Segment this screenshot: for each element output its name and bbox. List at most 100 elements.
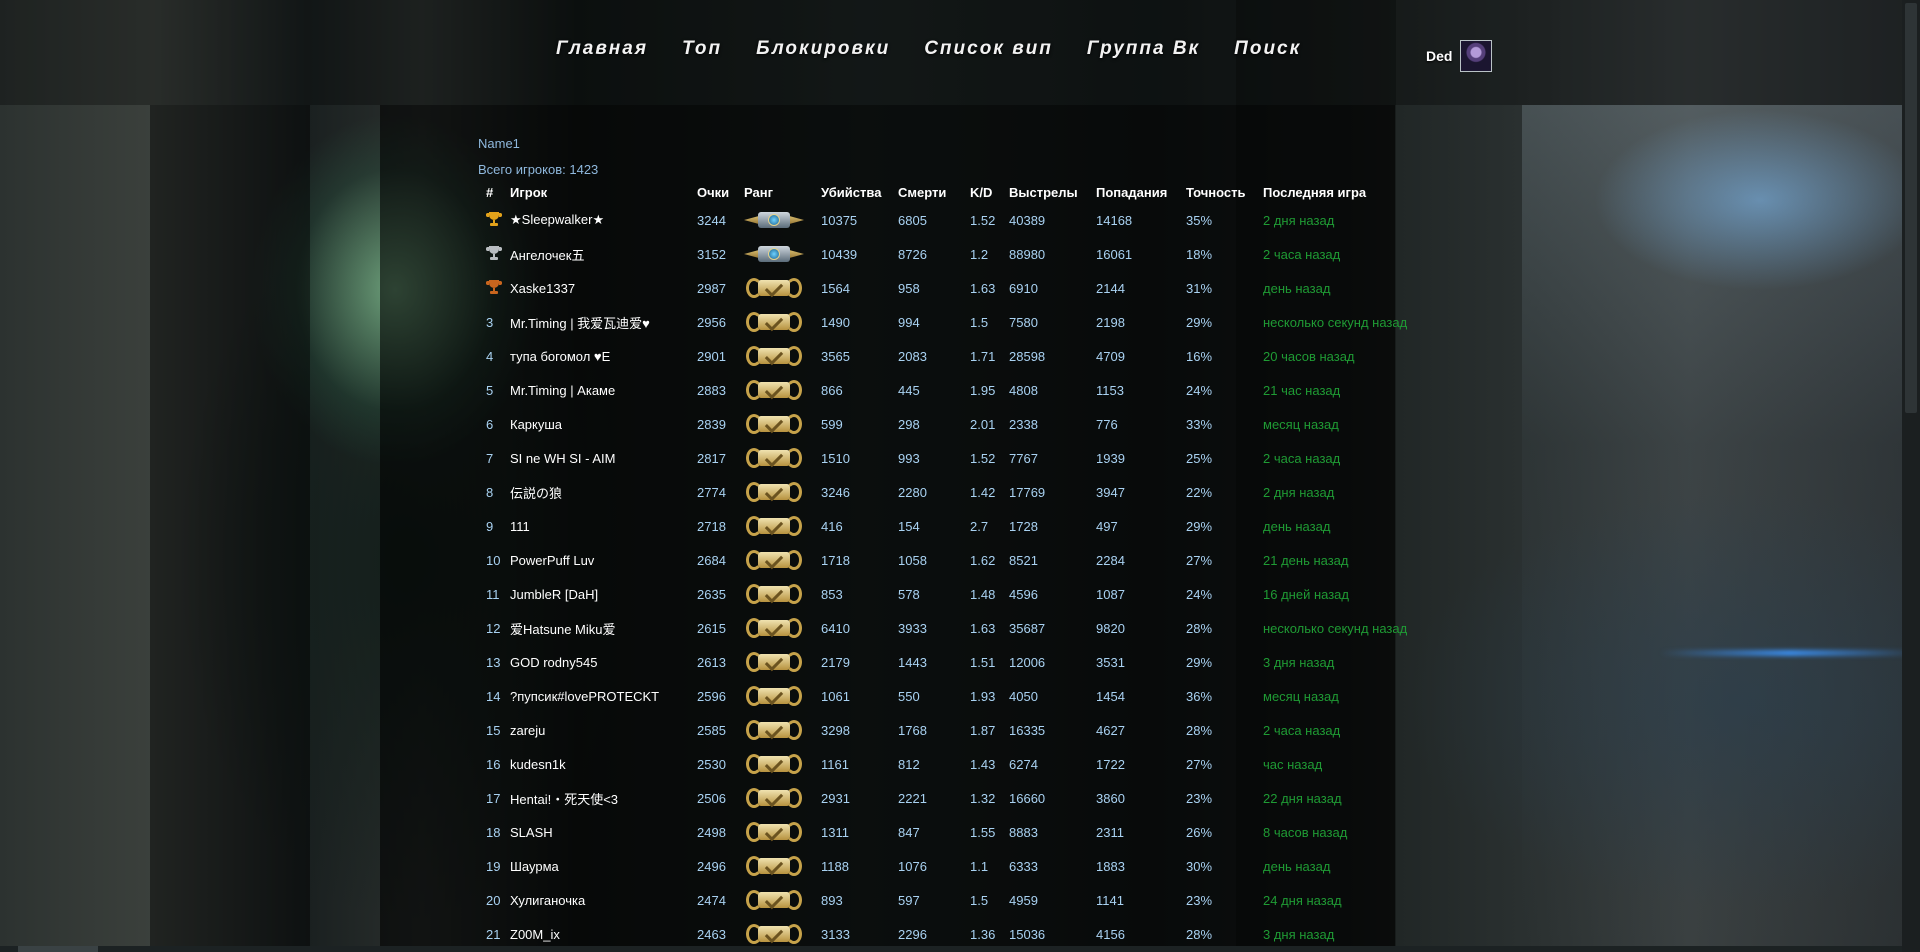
rank-global-elite-icon xyxy=(744,242,804,266)
row-rank xyxy=(736,475,813,509)
table-row[interactable]: 17 Hentai!・死天使<3 2506 2931 2221 1.32 16660 3860… xyxy=(478,781,1415,815)
player-name-link[interactable]: ?пупсик#lovePROTECKT xyxy=(502,679,689,713)
row-hits: 1153 xyxy=(1096,382,1124,398)
table-row[interactable]: 12 爱Hatsune Miku爱 2615 6410 3933 1.63 35687 982… xyxy=(478,611,1415,645)
row-place: 11 xyxy=(486,586,500,602)
row-shots: 8521 xyxy=(1009,552,1038,568)
row-shots: 1728 xyxy=(1009,518,1038,534)
player-name-link[interactable]: Mr.Timing | 我爱瓦迪爱♥ xyxy=(502,305,689,339)
table-row[interactable]: 4 тупа богомол ♥Е 2901 3565 2083 1.71 28598 470… xyxy=(478,339,1415,373)
scrollbar-thumb[interactable] xyxy=(18,946,98,952)
table-row[interactable]: 15 zareju 2585 3298 1768 1.87 16335 4627 28% 2 ча… xyxy=(478,713,1415,747)
rank-gold-wreath-icon xyxy=(744,548,804,572)
col-player[interactable]: Игрок xyxy=(502,181,689,203)
row-place: 13 xyxy=(486,654,501,670)
player-name-link[interactable]: 爱Hatsune Miku爱 xyxy=(502,611,689,645)
table-row[interactable]: 9 111 2718 416 154 2.7 1728 497 29% день назад xyxy=(478,509,1415,543)
scrollbar-thumb[interactable] xyxy=(1905,3,1917,413)
row-kd: 2.01 xyxy=(970,416,996,432)
player-name-link[interactable]: Шаурма xyxy=(502,849,689,883)
col-last-game[interactable]: Последняя игра xyxy=(1255,181,1415,203)
table-row[interactable]: 11 JumbleR [DaH] 2635 853 578 1.48 4596 1087 24%… xyxy=(478,577,1415,611)
row-place xyxy=(478,237,502,271)
col-kd[interactable]: K/D xyxy=(962,181,1001,203)
col-accuracy[interactable]: Точность xyxy=(1178,181,1255,203)
user-menu[interactable]: Ded xyxy=(1426,40,1493,72)
player-name-link[interactable]: Hentai!・死天使<3 xyxy=(502,781,689,815)
player-name-link[interactable]: Каркуша xyxy=(502,407,689,441)
col-place[interactable]: # xyxy=(478,181,502,203)
rank-gold-wreath-icon xyxy=(744,514,804,538)
row-rank xyxy=(736,645,813,679)
table-row[interactable]: 19 Шаурма 2496 1188 1076 1.1 6333 1883 30% день н… xyxy=(478,849,1415,883)
table-row[interactable]: 18 SLASH 2498 1311 847 1.55 8883 2311 26% 8 часов… xyxy=(478,815,1415,849)
player-name-link[interactable]: Ангелочек五 xyxy=(502,237,689,271)
nav-home[interactable]: Главная xyxy=(556,38,648,60)
table-row[interactable]: Ангелочек五 3152 10439 8726 1.2 88980 16061 18% 2… xyxy=(478,237,1415,271)
col-kills[interactable]: Убийства xyxy=(813,181,890,203)
row-kills: 10439 xyxy=(821,246,858,262)
row-rank xyxy=(736,849,813,883)
row-place: 9 xyxy=(486,518,494,534)
player-name-link[interactable]: SI ne WH SI - AIM xyxy=(502,441,689,475)
row-place: 17 xyxy=(486,790,501,806)
row-points: 2839 xyxy=(697,416,726,432)
col-hits[interactable]: Попадания xyxy=(1088,181,1178,203)
table-row[interactable]: 3 Mr.Timing | 我爱瓦迪爱♥ 2956 1490 994 1.5 7580 219… xyxy=(478,305,1415,339)
row-accuracy: 24% xyxy=(1186,586,1213,602)
player-name-link[interactable]: SLASH xyxy=(502,815,689,849)
row-accuracy: 36% xyxy=(1186,688,1213,704)
player-name-link[interactable]: Mr.Timing | Акаме xyxy=(502,373,689,407)
row-kd: 1.52 xyxy=(970,450,996,466)
rank-gold-wreath-icon xyxy=(744,854,804,878)
avatar[interactable] xyxy=(1460,40,1493,72)
row-place: 18 xyxy=(486,824,501,840)
row-hits: 1141 xyxy=(1096,892,1124,908)
horizontal-scrollbar[interactable] xyxy=(0,946,1920,952)
col-shots[interactable]: Выстрелы xyxy=(1001,181,1088,203)
row-last-game: 2 часа назад xyxy=(1263,722,1341,738)
player-name-link[interactable]: JumbleR [DaH] xyxy=(502,577,689,611)
row-shots: 88980 xyxy=(1009,246,1046,262)
player-name-link[interactable]: Хулиганочка xyxy=(502,883,689,917)
row-rank xyxy=(736,271,813,305)
player-name-link[interactable]: PowerPuff Luv xyxy=(502,543,689,577)
table-row[interactable]: 8 伝説の狼 2774 3246 2280 1.42 17769 3947 22% 2 дня н… xyxy=(478,475,1415,509)
table-row[interactable]: ★Sleepwalker★ 3244 10375 6805 1.52 40389 14168… xyxy=(478,203,1415,237)
player-name-link[interactable]: kudesn1k xyxy=(502,747,689,781)
nav-vip-list[interactable]: Список вип xyxy=(924,38,1053,60)
table-row[interactable]: 13 GOD rodny545 2613 2179 1443 1.51 12006 3531 2… xyxy=(478,645,1415,679)
table-row[interactable]: 14 ?пупсик#lovePROTECKT 2596 1061 550 1.93 405… xyxy=(478,679,1415,713)
row-shots: 2338 xyxy=(1009,416,1038,432)
player-name-link[interactable]: ★Sleepwalker★ xyxy=(502,203,689,237)
col-deaths[interactable]: Смерти xyxy=(890,181,962,203)
row-points: 2987 xyxy=(697,280,726,296)
player-name-link[interactable]: Xaske1337 xyxy=(502,271,689,305)
nav-vk-group[interactable]: Группа Вк xyxy=(1087,38,1200,60)
row-kd: 1.32 xyxy=(970,790,996,806)
row-shots: 8883 xyxy=(1009,824,1038,840)
player-name-link[interactable]: 伝説の狼 xyxy=(502,475,689,509)
player-name-link[interactable]: zareju xyxy=(502,713,689,747)
player-name-link[interactable]: тупа богомол ♥Е xyxy=(502,339,689,373)
nav-search[interactable]: Поиск xyxy=(1234,38,1301,60)
table-row[interactable]: Xaske1337 2987 1564 958 1.63 6910 2144 31% день … xyxy=(478,271,1415,305)
player-name-link[interactable]: 111 xyxy=(502,509,689,543)
user-name[interactable]: Ded xyxy=(1426,48,1452,64)
table-row[interactable]: 20 Хулиганочка 2474 893 597 1.5 4959 1141 23% 24 … xyxy=(478,883,1415,917)
row-shots: 7580 xyxy=(1009,314,1038,330)
col-rank[interactable]: Ранг xyxy=(736,181,813,203)
player-name-link[interactable]: GOD rodny545 xyxy=(502,645,689,679)
table-row[interactable]: 16 kudesn1k 2530 1161 812 1.43 6274 1722 27% час … xyxy=(478,747,1415,781)
table-row[interactable]: 6 Каркуша 2839 599 298 2.01 2338 776 33% месяц на… xyxy=(478,407,1415,441)
nav-top[interactable]: Топ xyxy=(682,38,722,60)
row-hits: 2311 xyxy=(1096,824,1124,840)
row-points: 2883 xyxy=(697,382,726,398)
table-row[interactable]: 5 Mr.Timing | Акаме 2883 866 445 1.95 4808 1153… xyxy=(478,373,1415,407)
table-row[interactable]: 10 PowerPuff Luv 2684 1718 1058 1.62 8521 2284 2… xyxy=(478,543,1415,577)
table-row[interactable]: 7 SI ne WH SI - AIM 2817 1510 993 1.52 7767 193… xyxy=(478,441,1415,475)
row-rank xyxy=(736,305,813,339)
vertical-scrollbar[interactable] xyxy=(1902,0,1920,952)
col-points[interactable]: Очки xyxy=(689,181,736,203)
nav-bans[interactable]: Блокировки xyxy=(756,38,890,60)
